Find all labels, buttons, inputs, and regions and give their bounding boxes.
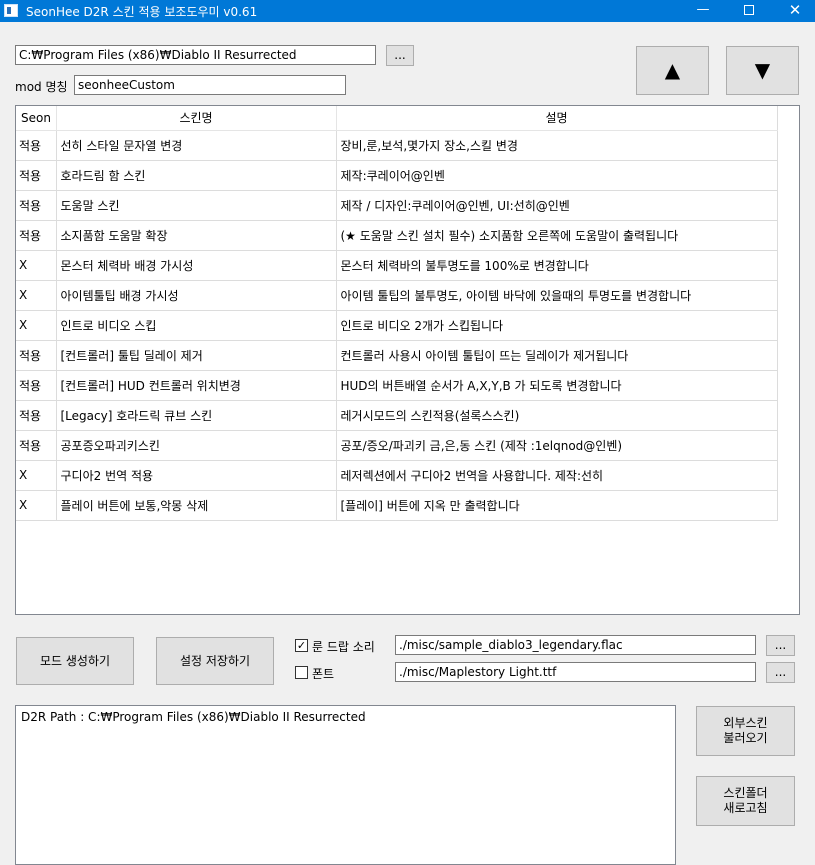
title-bar: SeonHee D2R 스킨 적용 보조도우미 v0.61 — ✕ xyxy=(0,0,815,22)
row-description[interactable]: 레거시모드의 스킨적용(설록스스킨) xyxy=(336,400,778,431)
app-icon xyxy=(4,4,18,17)
table-row[interactable]: X 아이템툴팁 배경 가시성 아이템 툴팁의 불투명도, 아이템 바닥에 있을때의 … xyxy=(16,280,778,311)
table-row[interactable]: 적용 호라드림 함 스킨 제작:쿠레이어@인벤 xyxy=(16,160,778,191)
row-skin-name[interactable]: 플레이 버튼에 보통,악몽 삭제 xyxy=(56,490,337,521)
font-checkbox[interactable] xyxy=(295,666,308,679)
d2r-path-input[interactable]: C:₩Program Files (x86)₩Diablo II Resurre… xyxy=(15,45,376,65)
log-output[interactable]: D2R Path : C:₩Program Files (x86)₩Diablo… xyxy=(15,705,676,865)
load-external-skin-button[interactable]: 외부스킨 불러오기 xyxy=(696,706,795,756)
row-skin-name[interactable]: 구디아2 번역 적용 xyxy=(56,460,337,491)
row-description[interactable]: 제작:쿠레이어@인벤 xyxy=(336,160,778,191)
row-status[interactable]: 적용 xyxy=(16,130,57,161)
row-skin-name[interactable]: 인트로 비디오 스킵 xyxy=(56,310,337,341)
table-row[interactable]: 적용 [컨트롤러] 툴팁 딜레이 제거 컨트롤러 사용시 아이템 툴팁이 뜨는 딜레… xyxy=(16,340,778,371)
row-description[interactable]: 몬스터 체력바의 불투명도를 100%로 변경합니다 xyxy=(336,250,778,281)
row-description[interactable]: 공포/증오/파괴키 금,은,동 스킨 (제작 :1elqnod@인벤) xyxy=(336,430,778,461)
refresh-skin-folder-line1: 스킨폴더 xyxy=(723,786,768,800)
save-settings-button[interactable]: 설정 저장하기 xyxy=(156,637,274,685)
row-description[interactable]: 컨트롤러 사용시 아이템 툴팁이 뜨는 딜레이가 제거됩니다 xyxy=(336,340,778,371)
skin-table: Seon 스킨명 설명 적용 선히 스타일 문자열 변경 장비,룬,보석,몇가지 장… xyxy=(16,106,778,521)
row-skin-name[interactable]: 선히 스타일 문자열 변경 xyxy=(56,130,337,161)
mod-name-label: mod 명칭 xyxy=(15,80,68,94)
row-description[interactable]: 장비,룬,보석,몇가지 장소,스킬 변경 xyxy=(336,130,778,161)
table-row[interactable]: 적용 공포증오파괴키스킨 공포/증오/파괴키 금,은,동 스킨 (제작 :1elqn… xyxy=(16,430,778,461)
table-row[interactable]: 적용 [Legacy] 호라드릭 큐브 스킨 레거시모드의 스킨적용(설록스스킨) xyxy=(16,400,778,431)
checkmark-icon: ✓ xyxy=(296,639,307,652)
row-status[interactable]: X xyxy=(16,280,57,311)
rune-sound-path-input[interactable]: ./misc/sample_diablo3_legendary.flac xyxy=(395,635,756,655)
arrow-down-icon: ▼ xyxy=(754,58,771,82)
maximize-icon xyxy=(744,5,754,15)
row-status[interactable]: 적용 xyxy=(16,370,57,401)
row-status[interactable]: 적용 xyxy=(16,340,57,371)
row-status[interactable]: 적용 xyxy=(16,430,57,461)
row-status[interactable]: X xyxy=(16,460,57,491)
browse-path-button[interactable]: ... xyxy=(386,45,414,66)
table-row[interactable]: 적용 [컨트롤러] HUD 컨트롤러 위치변경 HUD의 버튼배열 순서가 A,X,… xyxy=(16,370,778,401)
table-row[interactable]: 적용 소지품함 도움말 확장 (★ 도움말 스킨 설치 필수) 소지품함 오른쪽에 … xyxy=(16,220,778,251)
rune-sound-checkbox[interactable]: ✓ xyxy=(295,639,308,652)
table-row[interactable]: X 플레이 버튼에 보통,악몽 삭제 [플레이] 버튼에 지옥 만 출력합니다 xyxy=(16,490,778,521)
row-description[interactable]: 아이템 툴팁의 불투명도, 아이템 바닥에 있을때의 투명도를 변경합니다 xyxy=(336,280,778,311)
table-row[interactable]: X 구디아2 번역 적용 레저렉션에서 구디아2 번역을 사용합니다. 제작:선히 xyxy=(16,460,778,491)
row-skin-name[interactable]: 호라드림 함 스킨 xyxy=(56,160,337,191)
browse-font-button[interactable]: ... xyxy=(766,662,795,683)
rune-sound-label: 룬 드랍 소리 xyxy=(312,640,375,654)
row-status[interactable]: 적용 xyxy=(16,190,57,221)
row-status[interactable]: 적용 xyxy=(16,220,57,251)
row-status[interactable]: 적용 xyxy=(16,400,57,431)
table-row[interactable]: 적용 선히 스타일 문자열 변경 장비,룬,보석,몇가지 장소,스킬 변경 xyxy=(16,130,778,161)
arrow-up-icon: ▲ xyxy=(664,58,681,82)
table-row[interactable]: 적용 도움말 스킨 제작 / 디자인:쿠레이어@인벤, UI:선히@인벤 xyxy=(16,190,778,221)
close-button[interactable]: ✕ xyxy=(772,0,815,22)
browse-rune-sound-button[interactable]: ... xyxy=(766,635,795,656)
move-up-button[interactable]: ▲ xyxy=(636,46,709,95)
load-external-skin-line1: 외부스킨 xyxy=(723,716,768,730)
font-label: 폰트 xyxy=(312,667,335,681)
column-header-skin-name[interactable]: 스킨명 xyxy=(56,106,337,131)
refresh-skin-folder-line2: 새로고침 xyxy=(723,801,768,815)
row-description[interactable]: 제작 / 디자인:쿠레이어@인벤, UI:선히@인벤 xyxy=(336,190,778,221)
font-path-input[interactable]: ./misc/Maplestory Light.ttf xyxy=(395,662,756,682)
row-skin-name[interactable]: 소지품함 도움말 확장 xyxy=(56,220,337,251)
row-description[interactable]: [플레이] 버튼에 지옥 만 출력합니다 xyxy=(336,490,778,521)
row-skin-name[interactable]: [컨트롤러] HUD 컨트롤러 위치변경 xyxy=(56,370,337,401)
row-skin-name[interactable]: [컨트롤러] 툴팁 딜레이 제거 xyxy=(56,340,337,371)
table-row[interactable]: X 인트로 비디오 스킵 인트로 비디오 2개가 스킵됩니다 xyxy=(16,310,778,341)
table-row[interactable]: X 몬스터 체력바 배경 가시성 몬스터 체력바의 불투명도를 100%로 변경합니… xyxy=(16,250,778,281)
refresh-skin-folder-button[interactable]: 스킨폴더 새로고침 xyxy=(696,776,795,826)
row-description[interactable]: 레저렉션에서 구디아2 번역을 사용합니다. 제작:선히 xyxy=(336,460,778,491)
row-skin-name[interactable]: 공포증오파괴키스킨 xyxy=(56,430,337,461)
column-header-seon[interactable]: Seon xyxy=(16,106,57,131)
row-status[interactable]: X xyxy=(16,310,57,341)
log-text: D2R Path : C:₩Program Files (x86)₩Diablo… xyxy=(21,710,366,724)
row-skin-name[interactable]: [Legacy] 호라드릭 큐브 스킨 xyxy=(56,400,337,431)
load-external-skin-line2: 불러오기 xyxy=(723,731,768,745)
make-mod-button[interactable]: 모드 생성하기 xyxy=(16,637,134,685)
row-status[interactable]: 적용 xyxy=(16,160,57,191)
row-skin-name[interactable]: 몬스터 체력바 배경 가시성 xyxy=(56,250,337,281)
row-skin-name[interactable]: 도움말 스킨 xyxy=(56,190,337,221)
column-header-description[interactable]: 설명 xyxy=(336,106,778,131)
move-down-button[interactable]: ▼ xyxy=(726,46,799,95)
row-skin-name[interactable]: 아이템툴팁 배경 가시성 xyxy=(56,280,337,311)
window-title: SeonHee D2R 스킨 적용 보조도우미 v0.61 xyxy=(26,5,258,19)
row-description[interactable]: 인트로 비디오 2개가 스킵됩니다 xyxy=(336,310,778,341)
skin-list-grid[interactable]: Seon 스킨명 설명 적용 선히 스타일 문자열 변경 장비,룬,보석,몇가지 장… xyxy=(15,105,800,615)
row-description[interactable]: HUD의 버튼배열 순서가 A,X,Y,B 가 되도록 변경합니다 xyxy=(336,370,778,401)
mod-name-input[interactable]: seonheeCustom xyxy=(74,75,346,95)
row-status[interactable]: X xyxy=(16,490,57,521)
maximize-button[interactable] xyxy=(726,0,772,22)
minimize-button[interactable]: — xyxy=(680,0,726,22)
row-description[interactable]: (★ 도움말 스킨 설치 필수) 소지품함 오른쪽에 도움말이 출력됩니다 xyxy=(336,220,778,251)
grid-header-row: Seon 스킨명 설명 xyxy=(16,106,778,131)
row-status[interactable]: X xyxy=(16,250,57,281)
